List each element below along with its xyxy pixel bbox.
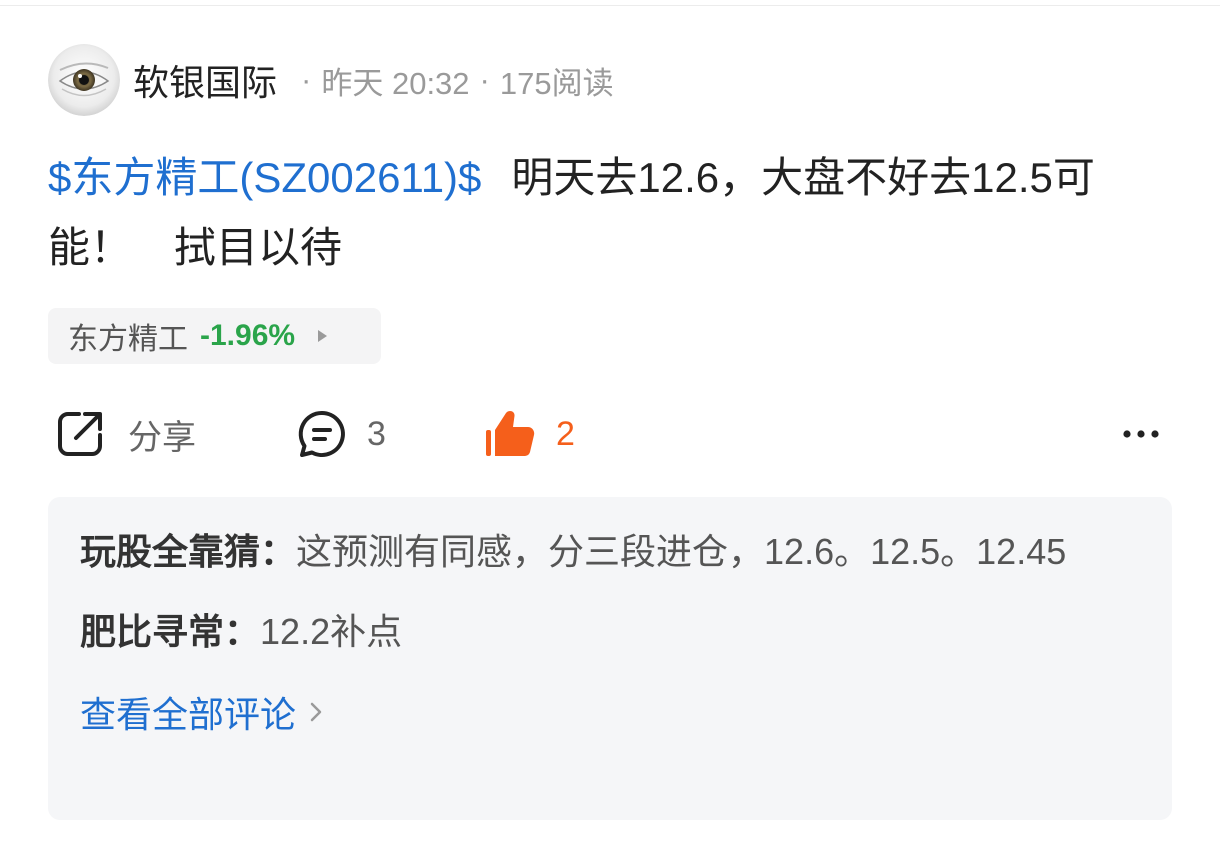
eye-avatar-icon xyxy=(48,44,120,116)
share-label: 分享 xyxy=(128,418,196,457)
post-header: 软银国际 · 昨天 20:32 · 175阅读 xyxy=(48,44,614,116)
stock-chip-change: -1.96% xyxy=(200,319,296,352)
comment-colon: ： xyxy=(260,531,297,572)
chevron-right-icon xyxy=(310,701,322,723)
meta-separator: · xyxy=(301,62,312,97)
thumbs-up-icon xyxy=(484,408,536,460)
comment-icon xyxy=(296,408,348,460)
view-all-comments-link[interactable]: 查看全部评论 xyxy=(80,682,322,742)
comment-item: 玩股全靠猜：这预测有同感，分三段进仓，12.6。12.5。12.45 xyxy=(80,522,1127,582)
view-all-label: 查看全部评论 xyxy=(80,694,297,735)
like-count: 2 xyxy=(556,414,575,453)
comment-author[interactable]: 玩股全靠猜 xyxy=(80,531,260,572)
comment-item: 肥比寻常：12.2补点 xyxy=(80,602,1127,662)
meta-separator: · xyxy=(479,62,490,97)
avatar[interactable] xyxy=(48,44,120,116)
share-button[interactable]: 分享 xyxy=(54,408,196,460)
comment-author[interactable]: 肥比寻常 xyxy=(80,611,224,652)
like-button[interactable]: 2 xyxy=(484,408,575,460)
stock-tag-link[interactable]: $东方精工(SZ002611)$ xyxy=(48,154,481,201)
more-button[interactable] xyxy=(1116,418,1166,450)
more-icon xyxy=(1123,430,1159,438)
comment-count: 3 xyxy=(367,414,386,453)
post-content: $东方精工(SZ002611)$ 明天去12.6，大盘不好去12.5可能！ 拭目以… xyxy=(48,143,1173,283)
comments-preview: 玩股全靠猜：这预测有同感，分三段进仓，12.6。12.5。12.45 肥比寻常：… xyxy=(48,497,1172,820)
stock-chip-name: 东方精工 xyxy=(68,323,188,356)
comment-text: 这预测有同感，分三段进仓，12.6。12.5。12.45 xyxy=(296,531,1067,572)
post-meta: · 昨天 20:32 · 175阅读 xyxy=(291,58,614,103)
comment-text: 12.2补点 xyxy=(260,611,403,652)
play-arrow-icon xyxy=(317,329,328,343)
stock-chip[interactable]: 东方精工 -1.96% xyxy=(48,308,381,364)
read-count: 175阅读 xyxy=(499,65,614,101)
share-icon xyxy=(54,408,106,460)
comment-button[interactable]: 3 xyxy=(296,408,386,460)
username[interactable]: 软银国际 xyxy=(133,54,277,106)
post-time: 昨天 20:32 xyxy=(321,65,470,101)
top-divider xyxy=(0,5,1220,6)
comment-colon: ： xyxy=(224,611,261,652)
